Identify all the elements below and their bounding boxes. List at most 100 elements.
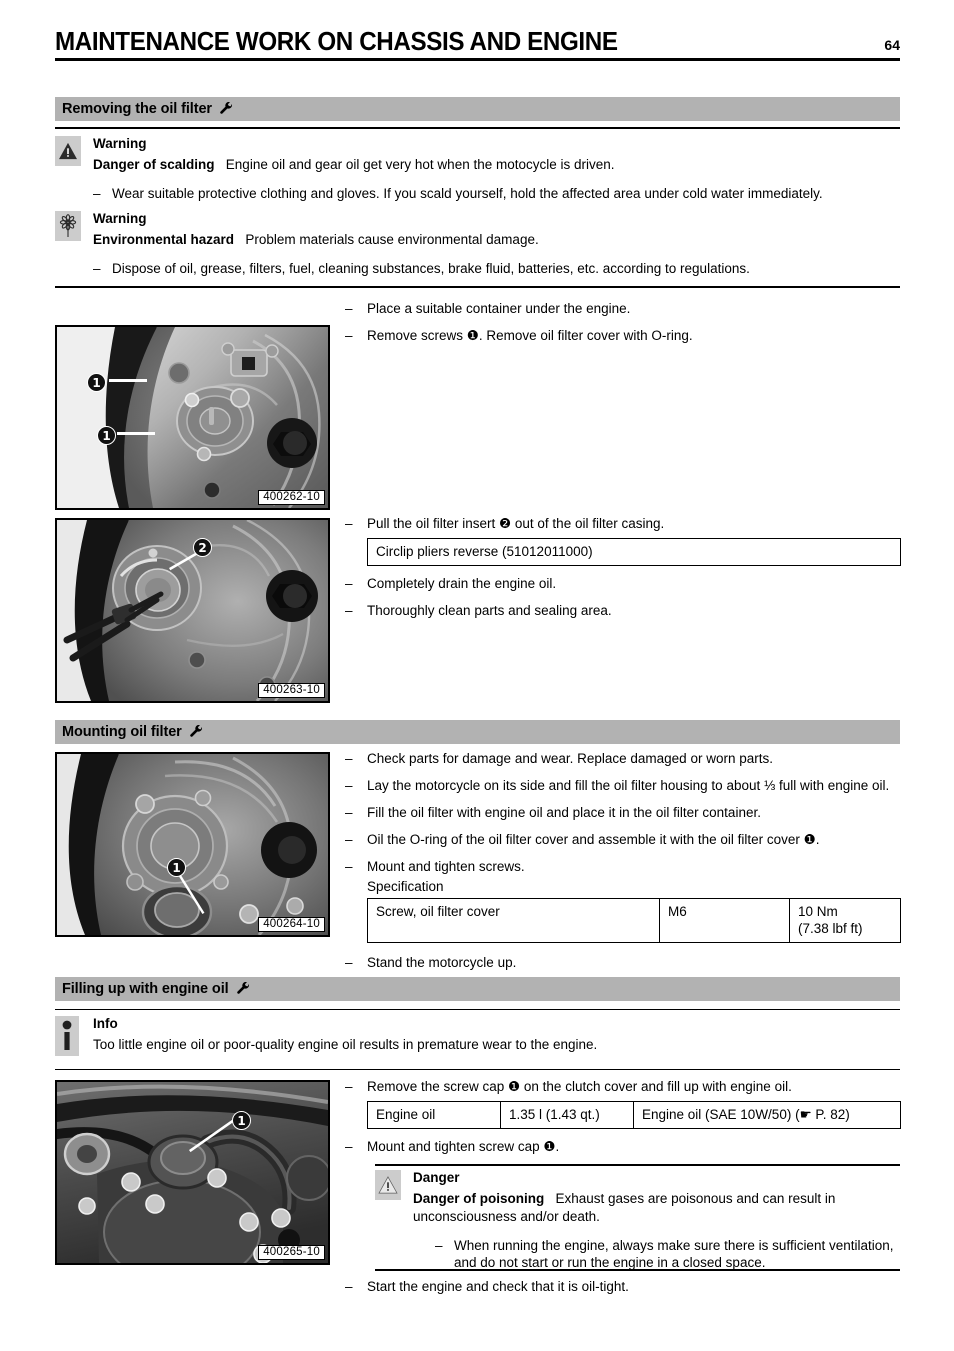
photo-callout-1a: 1 (87, 373, 106, 392)
bullet-dash: – (345, 751, 353, 766)
danger-lead-label: Danger of poisoning (413, 1190, 545, 1206)
step-text: Place a suitable container under the eng… (367, 301, 631, 316)
step-text: Lay the motorcycle on its side and fill … (367, 777, 890, 793)
rule-below-section-1 (55, 127, 900, 129)
bullet-dash: – (93, 260, 101, 276)
step-item: – Pull the oil filter insert ❷ out of th… (345, 515, 901, 533)
step-text: Stand the motorcycle up. (367, 955, 517, 971)
step-text: Check parts for damage and wear. Replace… (367, 751, 773, 766)
bullet-dash: – (345, 804, 353, 820)
danger-bullet-text: When running the engine, always make sur… (454, 1237, 894, 1271)
info-kind-label: Info (93, 1016, 118, 1031)
warning-kind-label: Warning (93, 211, 147, 226)
oil-item-cell: Engine oil (367, 1100, 501, 1130)
spec-size-cell: M6 (659, 897, 790, 944)
photo-oil-filter-cover-mounting: 1 400264-10 (55, 752, 330, 937)
warning-kind-label: Warning (93, 136, 147, 151)
step-item: – Fill the oil filter with engine oil an… (345, 804, 901, 822)
warning-lead-label: Danger of scalding (93, 156, 215, 172)
step-item: – Remove screws ❶. Remove oil filter cov… (345, 327, 901, 345)
section-header-removing-oil-filter: Removing the oil filter (55, 97, 900, 121)
step-text: Thoroughly clean parts and sealing area. (367, 603, 612, 619)
bullet-dash: – (345, 301, 353, 316)
danger-kind-label: Danger (413, 1170, 460, 1185)
page-number: 64 (884, 37, 900, 54)
step-text: Fill the oil filter with engine oil and … (367, 804, 761, 820)
step-item: – Mount and tighten screw cap ❶. (345, 1138, 901, 1156)
section-header-mounting-oil-filter: Mounting oil filter (55, 720, 900, 744)
bullet-dash: – (345, 327, 353, 343)
photo-caption: 400262-10 (258, 490, 325, 505)
steps-mounting: – Check parts for damage and wear. Repla… (345, 750, 901, 981)
page-header: MAINTENANCE WORK ON CHASSIS AND ENGINE 6… (55, 26, 900, 62)
warning-triangle-icon (55, 136, 81, 166)
photo-oil-filter-insert: 2 400263-10 (55, 518, 330, 703)
step-item: – Place a suitable container under the e… (345, 300, 901, 318)
danger-notice: Danger Danger of poisoning Exhaust gases… (375, 1170, 900, 1272)
rule-above-danger (375, 1164, 900, 1166)
bullet-dash: – (345, 1279, 353, 1294)
bullet-dash: – (93, 185, 101, 201)
photo-caption: 400263-10 (258, 683, 325, 698)
step-item: – Lay the motorcycle on its side and fil… (345, 777, 901, 795)
danger-bullet: – When running the engine, always make s… (435, 1237, 900, 1273)
step-item: – Thoroughly clean parts and sealing are… (345, 602, 901, 620)
photo-caption: 400265-10 (258, 1245, 325, 1260)
step-text: Mount and tighten screws. (367, 858, 525, 874)
rule-below-warnings (55, 286, 900, 288)
rule-below-info (55, 1069, 900, 1070)
step-item: – Completely drain the engine oil. (345, 575, 901, 593)
spec-torque-nm: 10 Nm (798, 903, 838, 919)
info-icon (55, 1016, 79, 1056)
warning-bullet: – Wear suitable protective clothing and … (93, 185, 900, 203)
bullet-dash: – (345, 858, 353, 874)
step-item: – Start the engine and check that it is … (345, 1278, 901, 1296)
engine-oil-table: Engine oil 1.35 l (1.43 qt.) Engine oil … (367, 1100, 901, 1130)
step-text: Pull the oil filter insert ❷ out of the … (367, 516, 665, 531)
steps-removing-group-1: – Place a suitable container under the e… (345, 300, 901, 354)
specification-label: Specification (367, 878, 444, 894)
section-heading-label: Removing the oil filter (62, 101, 212, 117)
step-text: Mount and tighten screw cap ❶. (367, 1139, 560, 1155)
steps-removing-group-2: – Pull the oil filter insert ❷ out of th… (345, 515, 901, 629)
step-text: Remove screws ❶. Remove oil filter cover… (367, 327, 693, 343)
step-text: Oil the O-ring of the oil filter cover a… (367, 831, 820, 847)
page-title: MAINTENANCE WORK ON CHASSIS AND ENGINE (55, 26, 618, 56)
warning-text: Engine oil and gear oil get very hot whe… (225, 156, 615, 172)
warning-lead-label: Environmental hazard (93, 231, 235, 247)
table-row: Screw, oil filter cover M6 10 Nm (7.38 l… (367, 897, 901, 944)
step-item: – Mount and tighten screws. (345, 858, 901, 876)
wrench-icon (219, 101, 234, 117)
steps-filling-final: – Start the engine and check that it is … (345, 1278, 901, 1305)
rule-below-section-3 (55, 1009, 900, 1010)
bullet-dash: – (345, 1079, 353, 1094)
spec-torque-cell: 10 Nm (7.38 lbf ft) (789, 897, 901, 944)
rule-below-danger (375, 1269, 900, 1271)
danger-triangle-icon (375, 1170, 401, 1200)
warning-bullet-text: Dispose of oil, grease, filters, fuel, c… (112, 260, 750, 276)
warning-text: Problem materials cause environmental da… (245, 231, 539, 247)
step-text: Completely drain the engine oil. (367, 576, 557, 592)
section-heading-label: Mounting oil filter (62, 724, 182, 740)
bullet-dash: – (345, 516, 353, 531)
photo-oil-filter-cover-screws: 1 1 400262-10 (55, 325, 330, 510)
photo-caption: 400264-10 (258, 917, 325, 932)
wrench-icon (236, 981, 251, 997)
warning-scalding: Warning Danger of scalding Engine oil an… (55, 136, 900, 203)
spec-item-cell: Screw, oil filter cover (367, 897, 660, 944)
tool-reference-box: Circlip pliers reverse (51012011000) (367, 537, 901, 567)
warning-environmental-hazard: Warning Environmental hazard Problem mat… (55, 211, 900, 278)
wrench-icon (189, 724, 204, 740)
specification-table: Screw, oil filter cover M6 10 Nm (7.38 l… (367, 897, 901, 944)
bullet-dash: – (345, 1139, 353, 1155)
step-item: – Check parts for damage and wear. Repla… (345, 750, 901, 768)
bullet-dash: – (345, 576, 353, 592)
step-text: Start the engine and check that it is oi… (367, 1279, 629, 1294)
photo-callout-1: 1 (167, 858, 186, 877)
manual-page: MAINTENANCE WORK ON CHASSIS AND ENGINE 6… (0, 0, 954, 1351)
bullet-dash: – (345, 831, 353, 847)
info-notice: Info Too little engine oil or poor-quali… (55, 1016, 900, 1056)
step-item: – Remove the screw cap ❶ on the clutch c… (345, 1078, 901, 1096)
warning-bullet-text: Wear suitable protective clothing and gl… (112, 185, 823, 201)
bullet-dash: – (345, 955, 353, 971)
